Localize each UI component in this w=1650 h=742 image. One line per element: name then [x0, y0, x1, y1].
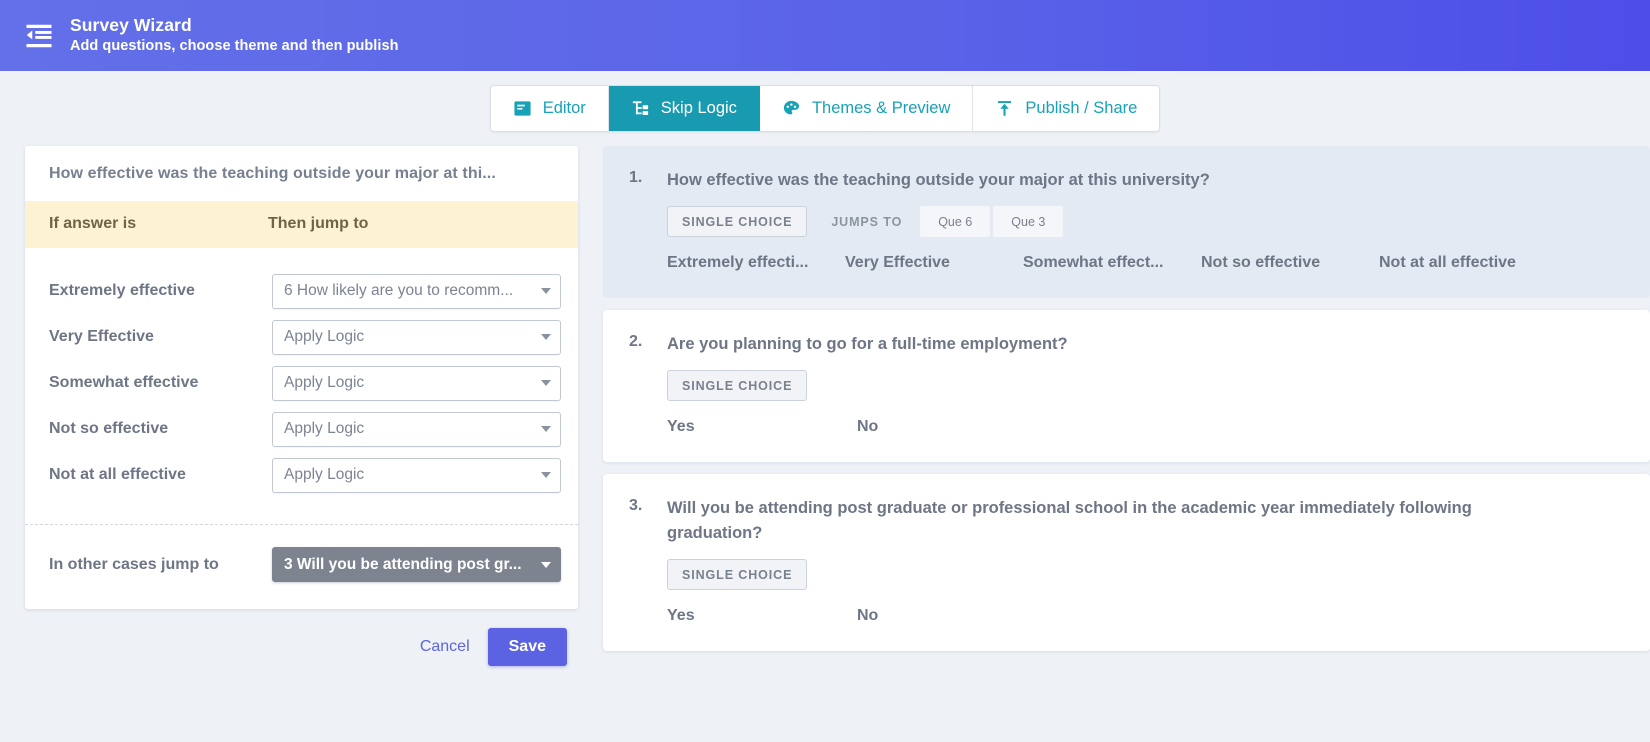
- tab-editor[interactable]: Editor: [490, 86, 609, 131]
- cancel-button[interactable]: Cancel: [416, 630, 474, 664]
- logic-row: Not so effective Apply Logic: [25, 406, 578, 452]
- option-item: Very Effective: [845, 254, 950, 271]
- question-number: 3.: [629, 497, 643, 514]
- editor-card-icon: [513, 99, 532, 118]
- answer-label: Very Effective: [49, 328, 154, 345]
- option-item: Yes: [667, 607, 695, 624]
- question-text: How effective was the teaching outside y…: [667, 171, 1210, 189]
- chevron-down-icon: [541, 561, 551, 568]
- tab-themes-preview[interactable]: Themes & Preview: [759, 86, 974, 131]
- chevron-down-icon: [541, 288, 551, 294]
- question-card-1[interactable]: 1. How effective was the teaching outsid…: [603, 146, 1650, 298]
- question-number: 1.: [629, 169, 643, 186]
- app-header: Survey Wizard Add questions, choose them…: [0, 0, 1650, 71]
- tab-editor-label: Editor: [542, 99, 586, 117]
- form-actions: Cancel Save: [25, 609, 578, 666]
- palette-icon: [782, 99, 801, 118]
- default-jump-value: 3 Will you be attending post gr...: [284, 555, 522, 573]
- question-options: Yes No: [667, 418, 1624, 436]
- page-subtitle: Add questions, choose theme and then pub…: [70, 38, 399, 54]
- main-content: How effective was the teaching outside y…: [0, 146, 1650, 742]
- default-jump-label: In other cases jump to: [49, 555, 219, 573]
- skip-logic-panel: How effective was the teaching outside y…: [25, 146, 603, 666]
- jumps-to-label: JUMPS TO: [831, 214, 903, 229]
- jump-select-not-at-all-effective[interactable]: Apply Logic: [272, 457, 561, 493]
- skip-logic-question-title: How effective was the teaching outside y…: [49, 165, 496, 182]
- option-item: Not at all effective: [1379, 254, 1516, 271]
- status-badge: SINGLE CHOICE: [667, 370, 808, 401]
- logic-row: Somewhat effective Apply Logic: [25, 360, 578, 406]
- chevron-down-icon: [541, 472, 551, 478]
- page-title: Survey Wizard: [70, 15, 192, 35]
- answer-label: Extremely effective: [49, 282, 195, 299]
- logic-row: Not at all effective Apply Logic: [25, 452, 578, 498]
- question-meta: SINGLE CHOICE: [667, 370, 1624, 401]
- question-list: 1. How effective was the teaching outsid…: [603, 146, 1650, 651]
- option-item: Somewhat effect...: [1023, 254, 1164, 271]
- question-number: 2.: [629, 333, 643, 350]
- tab-bar-wrapper: Editor Skip Logic Themes & Preview Publi…: [0, 71, 1650, 146]
- tab-bar: Editor Skip Logic Themes & Preview Publi…: [489, 85, 1161, 132]
- question-card-3[interactable]: 3. Will you be attending post graduate o…: [603, 474, 1650, 651]
- chevron-down-icon: [541, 334, 551, 340]
- column-header-if-answer: If answer is: [49, 215, 137, 232]
- chevron-down-icon: [541, 380, 551, 386]
- jump-select-value: 6 How likely are you to recomm...: [284, 282, 514, 299]
- column-header-then-jump: Then jump to: [268, 215, 369, 232]
- default-jump-row: In other cases jump to 3 Will you be att…: [25, 525, 578, 609]
- default-jump-select[interactable]: 3 Will you be attending post gr...: [272, 547, 561, 582]
- tab-skip-logic-label: Skip Logic: [660, 99, 737, 117]
- logic-rows: Extremely effective 6 How likely are you…: [25, 248, 578, 506]
- tab-publish-share[interactable]: Publish / Share: [973, 86, 1160, 131]
- tab-skip-logic[interactable]: Skip Logic: [608, 86, 760, 131]
- question-options: Yes No: [667, 607, 1624, 625]
- jump-select-not-so-effective[interactable]: Apply Logic: [272, 411, 561, 447]
- jump-select-value: Apply Logic: [284, 374, 365, 391]
- save-button[interactable]: Save: [487, 628, 567, 666]
- question-meta: SINGLE CHOICE: [667, 559, 1624, 590]
- jump-select-value: Apply Logic: [284, 466, 365, 483]
- sitemap-branch-icon: [631, 99, 650, 118]
- question-text: Are you planning to go for a full-time e…: [667, 335, 1068, 353]
- answer-label: Not at all effective: [49, 466, 186, 483]
- jump-select-value: Apply Logic: [284, 420, 365, 437]
- option-item: Yes: [667, 418, 695, 435]
- question-card-2[interactable]: 2. Are you planning to go for a full-tim…: [603, 310, 1650, 462]
- answer-label: Not so effective: [49, 420, 169, 437]
- logic-table-header: If answer is Then jump to: [25, 201, 578, 248]
- chevron-down-icon: [541, 426, 551, 432]
- jump-select-extremely-effective[interactable]: 6 How likely are you to recomm...: [272, 273, 561, 309]
- answer-label: Somewhat effective: [49, 374, 199, 391]
- logic-row: Extremely effective 6 How likely are you…: [25, 268, 578, 314]
- jump-select-very-effective[interactable]: Apply Logic: [272, 319, 561, 355]
- question-meta: SINGLE CHOICE JUMPS TO Que 6 Que 3: [667, 206, 1624, 237]
- option-item: Extremely effecti...: [667, 254, 809, 271]
- question-options: Extremely effecti... Very Effective Some…: [667, 254, 1624, 272]
- option-item: No: [857, 607, 879, 624]
- jump-select-somewhat-effective[interactable]: Apply Logic: [272, 365, 561, 401]
- format-indent-decrease-icon: [24, 21, 54, 51]
- option-item: No: [857, 418, 879, 435]
- option-item: Not so effective: [1201, 254, 1321, 271]
- jump-select-value: Apply Logic: [284, 328, 365, 345]
- tab-themes-preview-label: Themes & Preview: [811, 99, 951, 117]
- jump-chip[interactable]: Que 3: [993, 206, 1064, 237]
- jump-chip[interactable]: Que 6: [920, 206, 991, 237]
- skip-logic-card: How effective was the teaching outside y…: [25, 146, 578, 609]
- upload-arrow-icon: [995, 99, 1014, 118]
- question-text: Will you be attending post graduate or p…: [667, 499, 1472, 542]
- tab-publish-share-label: Publish / Share: [1025, 99, 1138, 117]
- status-badge: SINGLE CHOICE: [667, 559, 808, 590]
- status-badge: SINGLE CHOICE: [667, 206, 808, 237]
- logic-row: Very Effective Apply Logic: [25, 314, 578, 360]
